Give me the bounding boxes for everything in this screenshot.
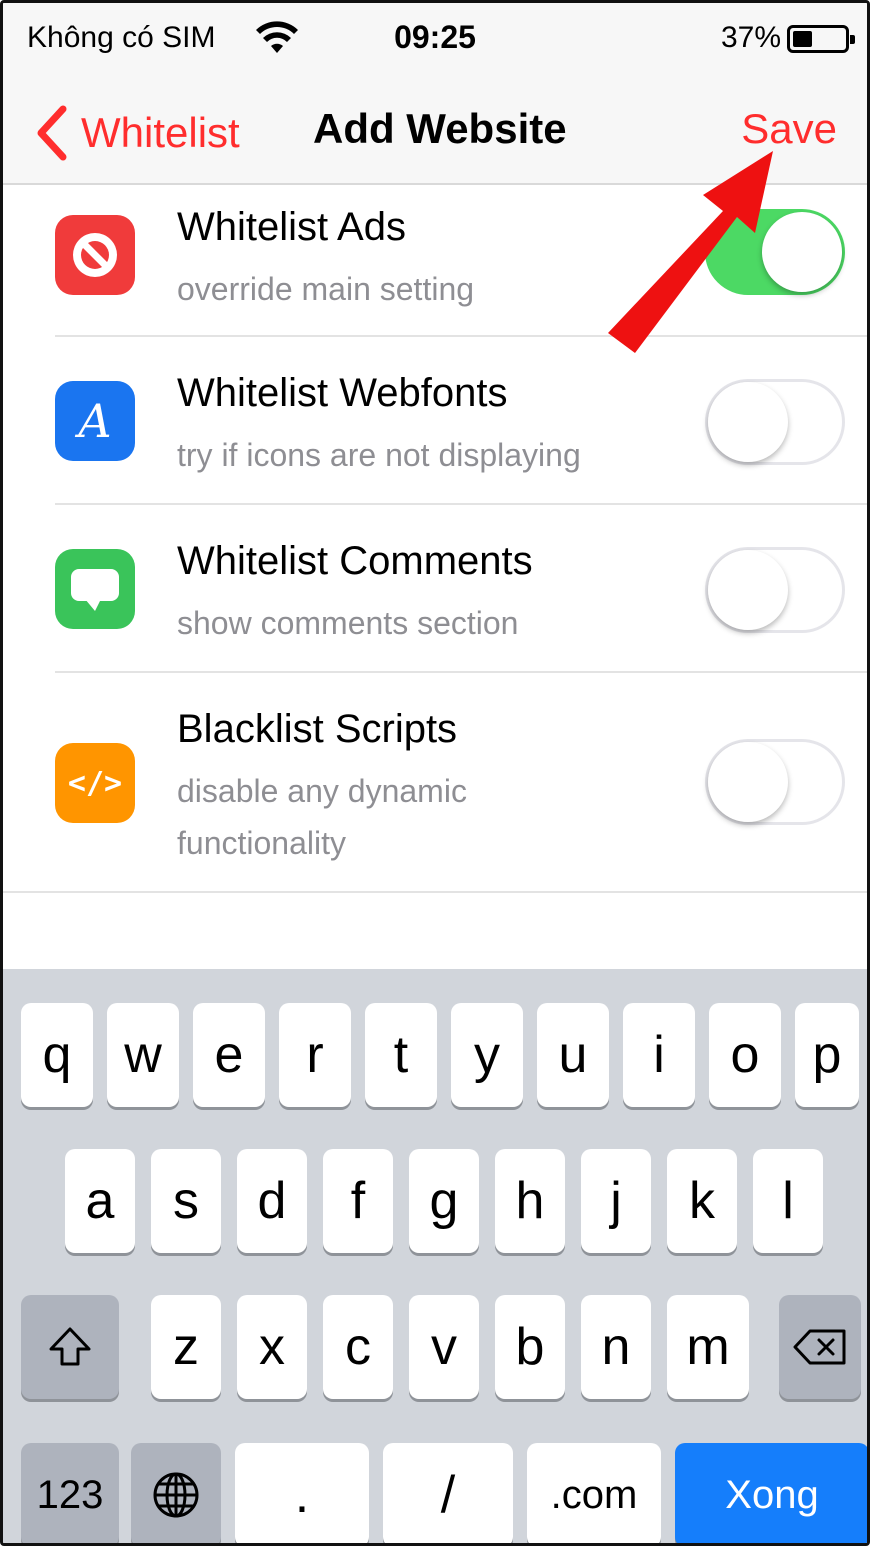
key-t[interactable]: t <box>365 1003 437 1107</box>
block-icon <box>55 215 135 295</box>
key-h[interactable]: h <box>495 1149 565 1253</box>
key-a[interactable]: a <box>65 1149 135 1253</box>
key-r[interactable]: r <box>279 1003 351 1107</box>
setting-label: Blacklist Scripts <box>177 707 458 751</box>
setting-row-whitelist-comments: Whitelist Comments show comments section <box>3 505 867 673</box>
key-d[interactable]: d <box>237 1149 307 1253</box>
key-y[interactable]: y <box>451 1003 523 1107</box>
font-icon: A <box>55 381 135 461</box>
key-f[interactable]: f <box>323 1149 393 1253</box>
key-b[interactable]: b <box>495 1295 565 1399</box>
key-l[interactable]: l <box>753 1149 823 1253</box>
setting-label: Whitelist Webfonts <box>177 371 508 415</box>
key-o[interactable]: o <box>709 1003 781 1107</box>
done-key[interactable]: Xong <box>675 1443 867 1543</box>
code-icon: </> <box>55 743 135 823</box>
setting-description: show comments section <box>177 605 519 641</box>
phone-screen: Không có SIM 09:25 37% Whitelist Add Web… <box>0 0 870 1546</box>
back-button[interactable]: Whitelist <box>33 103 240 163</box>
globe-key[interactable] <box>131 1443 221 1543</box>
chevron-left-icon <box>37 105 67 161</box>
key-g[interactable]: g <box>409 1149 479 1253</box>
key-i[interactable]: i <box>623 1003 695 1107</box>
onscreen-keyboard: q w e r t y u i o p a s d f g h j k l z … <box>3 969 867 1543</box>
toggle-knob <box>708 382 788 462</box>
toggle-knob <box>708 742 788 822</box>
setting-label: Whitelist Ads <box>177 205 406 249</box>
key-x[interactable]: x <box>237 1295 307 1399</box>
battery-percent: 37% <box>720 21 781 54</box>
numbers-key[interactable]: 123 <box>21 1443 119 1543</box>
key-j[interactable]: j <box>581 1149 651 1253</box>
battery-icon <box>787 25 855 53</box>
globe-icon <box>153 1472 199 1518</box>
key-c[interactable]: c <box>323 1295 393 1399</box>
key-p[interactable]: p <box>795 1003 859 1107</box>
dot-key[interactable]: . <box>235 1443 369 1543</box>
setting-label: Whitelist Comments <box>177 539 533 583</box>
backspace-icon <box>793 1329 846 1365</box>
key-q[interactable]: q <box>21 1003 93 1107</box>
shift-key[interactable] <box>21 1295 119 1399</box>
page-title: Add Website <box>313 105 567 152</box>
key-s[interactable]: s <box>151 1149 221 1253</box>
row-divider <box>3 891 867 893</box>
key-u[interactable]: u <box>537 1003 609 1107</box>
setting-description: override main setting <box>177 271 475 307</box>
setting-description: disable any dynamic functionality <box>177 773 467 861</box>
key-e[interactable]: e <box>193 1003 265 1107</box>
whitelist-webfonts-toggle[interactable] <box>705 379 845 465</box>
whitelist-comments-toggle[interactable] <box>705 547 845 633</box>
comment-icon <box>55 549 135 629</box>
blacklist-scripts-toggle[interactable] <box>705 739 845 825</box>
dotcom-key[interactable]: .com <box>527 1443 661 1543</box>
shift-icon <box>49 1327 91 1366</box>
slash-key[interactable]: / <box>383 1443 513 1543</box>
battery-fill <box>793 31 812 47</box>
key-z[interactable]: z <box>151 1295 221 1399</box>
status-bar: Không có SIM 09:25 37% <box>3 3 867 83</box>
back-label: Whitelist <box>81 109 240 156</box>
toggle-knob <box>708 550 788 630</box>
annotation-arrow-icon <box>608 151 773 353</box>
key-v[interactable]: v <box>409 1295 479 1399</box>
setting-row-blacklist-scripts: </> Blacklist Scripts disable any dynami… <box>3 673 867 895</box>
key-w[interactable]: w <box>107 1003 179 1107</box>
key-k[interactable]: k <box>667 1149 737 1253</box>
delete-key[interactable] <box>779 1295 861 1399</box>
setting-description: try if icons are not displaying <box>177 437 581 473</box>
key-m[interactable]: m <box>667 1295 749 1399</box>
key-n[interactable]: n <box>581 1295 651 1399</box>
